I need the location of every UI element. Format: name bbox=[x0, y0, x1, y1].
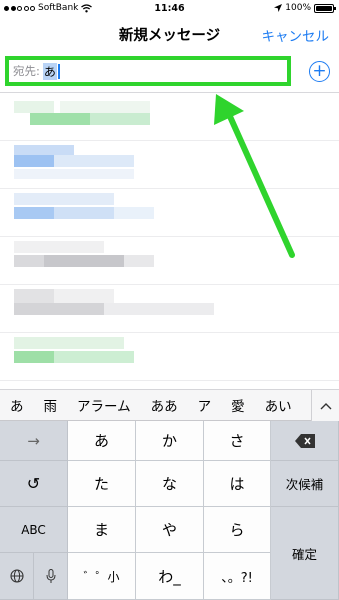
contact-suggestion[interactable] bbox=[0, 333, 339, 381]
candidate-item[interactable]: 愛 bbox=[221, 395, 255, 415]
candidate-item[interactable]: ああ bbox=[141, 395, 188, 415]
key-a[interactable]: あ bbox=[68, 421, 136, 461]
contact-suggestion[interactable] bbox=[0, 189, 339, 237]
key-punctuation[interactable]: 、。?! bbox=[204, 553, 271, 600]
globe-icon bbox=[9, 569, 24, 583]
plus-icon: + bbox=[312, 61, 327, 81]
key-ta[interactable]: た bbox=[68, 461, 136, 507]
key-ka[interactable]: か bbox=[136, 421, 204, 461]
candidate-item[interactable]: ア bbox=[188, 395, 222, 415]
text-caret bbox=[57, 63, 60, 79]
candidate-item[interactable]: アラーム bbox=[67, 395, 141, 415]
status-bar: SoftBank 11:46 100% bbox=[0, 0, 339, 18]
location-icon bbox=[274, 4, 283, 12]
add-contact-button[interactable]: + bbox=[309, 61, 330, 82]
key-ya[interactable]: や bbox=[136, 507, 204, 553]
candidate-bar: あ 雨 アラーム ああ ア 愛 あい bbox=[0, 389, 339, 421]
contact-suggestion[interactable] bbox=[0, 141, 339, 189]
backspace-key[interactable] bbox=[271, 421, 339, 461]
key-ma[interactable]: ま bbox=[68, 507, 136, 553]
screen: SoftBank 11:46 100% 新規メッセージ キャンセル 宛先: あ bbox=[0, 0, 339, 600]
contact-suggestion[interactable] bbox=[0, 93, 339, 141]
microphone-icon bbox=[46, 568, 55, 583]
candidate-item[interactable]: あ bbox=[0, 395, 34, 415]
key-ra[interactable]: ら bbox=[204, 507, 271, 553]
recipient-row: 宛先: あ + bbox=[0, 52, 339, 92]
undo-key[interactable]: ↺ bbox=[0, 461, 68, 507]
globe-key[interactable] bbox=[0, 553, 34, 600]
recipient-label: 宛先: bbox=[13, 64, 40, 78]
battery-percent: 100% bbox=[285, 3, 311, 13]
key-sa[interactable]: さ bbox=[204, 421, 271, 461]
contact-suggestion-list bbox=[0, 93, 339, 383]
battery-icon bbox=[314, 3, 336, 13]
cancel-button[interactable]: キャンセル bbox=[262, 25, 330, 45]
abc-key[interactable]: ABC bbox=[0, 507, 68, 553]
key-wa[interactable]: わ_ bbox=[136, 553, 204, 600]
expand-candidates-button[interactable] bbox=[311, 390, 339, 421]
recipient-input-text[interactable]: あ bbox=[42, 62, 57, 80]
key-ha[interactable]: は bbox=[204, 461, 271, 507]
chevron-up-icon bbox=[320, 402, 331, 409]
contact-suggestion[interactable] bbox=[0, 285, 339, 333]
key-dakuten[interactable]: ゛゜小 bbox=[68, 553, 136, 600]
confirm-key[interactable]: 確定 bbox=[271, 507, 339, 600]
microphone-key[interactable] bbox=[34, 553, 68, 600]
candidate-item[interactable]: 雨 bbox=[34, 395, 68, 415]
backspace-icon bbox=[294, 433, 315, 448]
recipient-field[interactable]: 宛先: あ bbox=[5, 56, 291, 86]
key-na[interactable]: な bbox=[136, 461, 204, 507]
candidate-item[interactable]: あい bbox=[255, 395, 302, 415]
navigation-bar: 新規メッセージ キャンセル bbox=[0, 18, 339, 52]
status-right: 100% bbox=[274, 3, 336, 13]
next-candidate-key[interactable]: 次候補 bbox=[271, 461, 339, 507]
arrow-right-key[interactable]: → bbox=[0, 421, 68, 461]
contact-suggestion[interactable] bbox=[0, 237, 339, 285]
keyboard: → あ か さ ↺ た な は 次候補 ABC ま や ら 確定 ゛゜小 わ_ … bbox=[0, 421, 339, 600]
